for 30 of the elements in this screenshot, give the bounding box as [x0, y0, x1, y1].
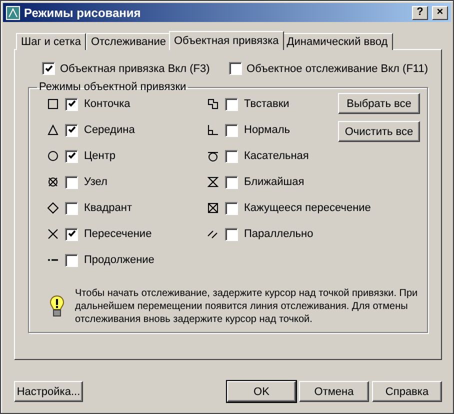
option-label: Параллельно — [244, 228, 314, 240]
settings-button[interactable]: Настройка... — [14, 381, 83, 402]
tab[interactable]: Шаг и сетка — [16, 33, 86, 50]
option-label: Кажущееся пересечение — [244, 202, 371, 214]
option-label: Середина — [84, 124, 135, 136]
option-label: Объектное отслеживание Вкл (F11) — [246, 62, 428, 74]
help-button[interactable]: ? — [412, 6, 428, 20]
tab[interactable]: Отслеживание — [86, 33, 171, 50]
option-label: Объектная привязка Вкл (F3) — [60, 62, 210, 74]
tab[interactable]: Динамический ввод — [282, 33, 393, 50]
dialog-button[interactable]: Справка — [372, 381, 442, 402]
close-button[interactable]: × — [432, 6, 448, 20]
option-label: Центр — [84, 150, 116, 162]
select-button[interactable]: Выбрать все — [338, 93, 420, 114]
option-label: Касательная — [244, 150, 309, 162]
option-label: Продолжение — [84, 254, 154, 266]
tab[interactable]: Объектная привязка — [169, 31, 284, 50]
option-label: Нормаль — [244, 124, 290, 136]
option-label: Квадрант — [84, 202, 132, 214]
dialog-button[interactable]: OK — [227, 381, 296, 402]
option-label: Твставки — [244, 98, 290, 110]
option-label: Пересечение — [84, 228, 152, 240]
window-title: Режимы рисования — [24, 6, 142, 20]
group-title: Режимы объектной привязки — [38, 81, 188, 93]
hint-text: Чтобы начать отслеживание, задержите курсор над точкой привязки. При дальнейшем перемещении появится линия отслеживания. Для отмены отслеживания вновь задержите курсор над точкой. — [75, 287, 419, 326]
option-label: Ближайшая — [244, 176, 304, 188]
option-label: Узел — [84, 176, 108, 188]
dialog-button[interactable]: Отмена — [299, 381, 369, 402]
select-button[interactable]: Очистить все — [338, 121, 420, 142]
option-label: Конточка — [84, 98, 130, 110]
